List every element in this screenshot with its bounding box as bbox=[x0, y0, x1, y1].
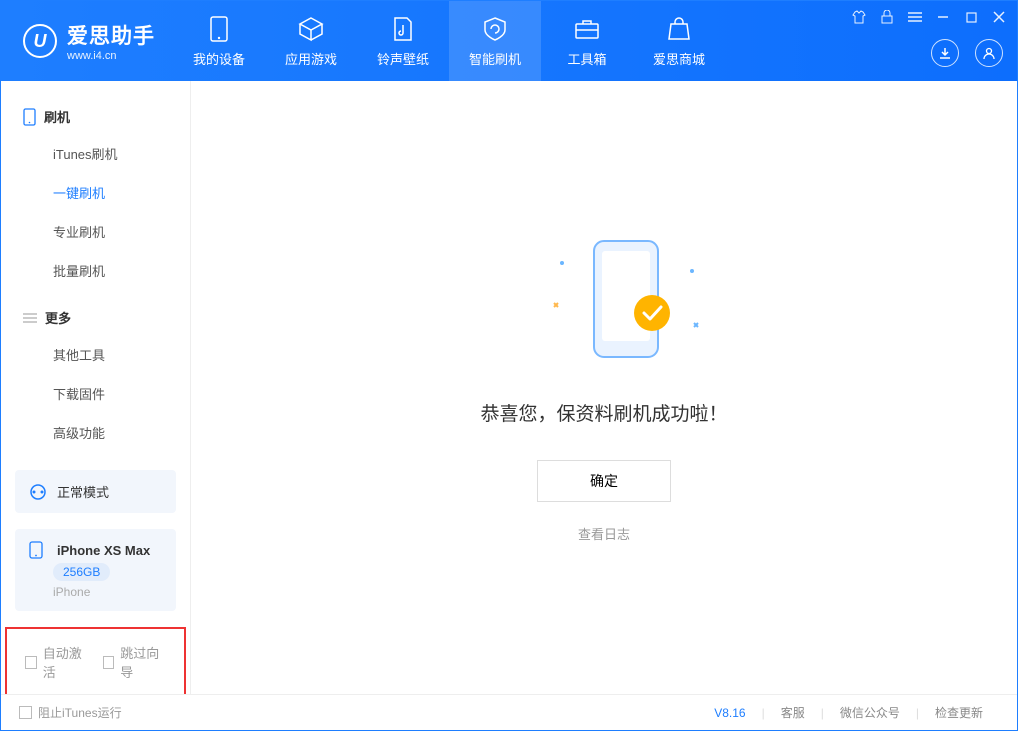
checkbox-auto-activate[interactable]: 自动激活 bbox=[25, 643, 89, 681]
wechat-link[interactable]: 微信公众号 bbox=[824, 704, 916, 721]
check-update-link[interactable]: 检查更新 bbox=[919, 704, 999, 721]
app-title: 爱思助手 bbox=[67, 20, 155, 50]
version-label: V8.16 bbox=[698, 706, 761, 720]
header-actions bbox=[931, 39, 1003, 67]
device-name: iPhone XS Max bbox=[57, 543, 150, 558]
app-subtitle: www.i4.cn bbox=[67, 50, 155, 62]
cube-icon bbox=[297, 15, 325, 43]
ok-button[interactable]: 确定 bbox=[537, 460, 671, 502]
view-log-link[interactable]: 查看日志 bbox=[578, 524, 630, 543]
options-row: 自动激活 跳过向导 bbox=[5, 627, 186, 694]
checkbox-skip-guide[interactable]: 跳过向导 bbox=[103, 643, 167, 681]
header: U 爱思助手 www.i4.cn 我的设备 应用游戏 bbox=[1, 1, 1017, 81]
logo-icon: U bbox=[23, 24, 57, 58]
checkbox-icon bbox=[103, 656, 115, 669]
phone-small-icon bbox=[23, 108, 36, 126]
sidebar-item-oneclick-flash[interactable]: 一键刷机 bbox=[1, 173, 190, 212]
checkbox-block-itunes[interactable]: 阻止iTunes运行 bbox=[19, 704, 122, 721]
nav-store[interactable]: 爱思商城 bbox=[633, 1, 725, 81]
sidebar-item-itunes-flash[interactable]: iTunes刷机 bbox=[1, 134, 190, 173]
logo: U 爱思助手 www.i4.cn bbox=[1, 1, 173, 81]
list-icon bbox=[23, 312, 37, 324]
device-type: iPhone bbox=[53, 585, 90, 599]
sidebar-item-other-tools[interactable]: 其他工具 bbox=[1, 335, 190, 374]
sidebar-item-download-firmware[interactable]: 下载固件 bbox=[1, 374, 190, 413]
checkbox-icon bbox=[25, 656, 37, 669]
checkbox-icon bbox=[19, 706, 32, 719]
minimize-button[interactable] bbox=[935, 9, 951, 25]
body: 刷机 iTunes刷机 一键刷机 专业刷机 批量刷机 更多 其他工具 下载固件 bbox=[1, 81, 1017, 694]
window-controls bbox=[851, 9, 1007, 25]
nav-apps-games[interactable]: 应用游戏 bbox=[265, 1, 357, 81]
user-button[interactable] bbox=[975, 39, 1003, 67]
sidebar-item-pro-flash[interactable]: 专业刷机 bbox=[1, 212, 190, 251]
device-capacity: 256GB bbox=[53, 563, 110, 581]
toolbox-icon bbox=[573, 15, 601, 43]
sidebar: 刷机 iTunes刷机 一键刷机 专业刷机 批量刷机 更多 其他工具 下载固件 bbox=[1, 81, 191, 694]
footer: 阻止iTunes运行 V8.16 | 客服 | 微信公众号 | 检查更新 bbox=[1, 694, 1017, 730]
status-text: 恭喜您，保资料刷机成功啦！ bbox=[480, 399, 727, 426]
device-phone-icon bbox=[29, 541, 47, 559]
maximize-button[interactable] bbox=[963, 9, 979, 25]
tshirt-icon[interactable] bbox=[851, 9, 867, 25]
app-window: U 爱思助手 www.i4.cn 我的设备 应用游戏 bbox=[0, 0, 1018, 731]
bag-icon bbox=[665, 15, 693, 43]
menu-icon[interactable] bbox=[907, 9, 923, 25]
phone-icon bbox=[205, 15, 233, 43]
sidebar-header-flash: 刷机 bbox=[1, 99, 190, 134]
sidebar-section-flash: 刷机 iTunes刷机 一键刷机 专业刷机 批量刷机 bbox=[1, 99, 190, 300]
mode-card[interactable]: 正常模式 bbox=[15, 470, 176, 513]
lock-icon[interactable] bbox=[879, 9, 895, 25]
nav-toolbox[interactable]: 工具箱 bbox=[541, 1, 633, 81]
close-button[interactable] bbox=[991, 9, 1007, 25]
sidebar-header-more: 更多 bbox=[1, 300, 190, 335]
mode-label: 正常模式 bbox=[57, 482, 109, 501]
cycle-icon bbox=[29, 483, 47, 501]
sidebar-item-batch-flash[interactable]: 批量刷机 bbox=[1, 251, 190, 290]
download-button[interactable] bbox=[931, 39, 959, 67]
sidebar-item-advanced[interactable]: 高级功能 bbox=[1, 413, 190, 452]
refresh-shield-icon bbox=[481, 15, 509, 43]
music-file-icon bbox=[389, 15, 417, 43]
success-illustration bbox=[534, 233, 674, 373]
sidebar-section-more: 更多 其他工具 下载固件 高级功能 bbox=[1, 300, 190, 462]
device-card[interactable]: iPhone XS Max 256GB iPhone bbox=[15, 529, 176, 611]
support-link[interactable]: 客服 bbox=[765, 704, 821, 721]
nav-my-device[interactable]: 我的设备 bbox=[173, 1, 265, 81]
nav-smart-flash[interactable]: 智能刷机 bbox=[449, 1, 541, 81]
main-content: 恭喜您，保资料刷机成功啦！ 确定 查看日志 bbox=[191, 81, 1017, 694]
nav-ringtone-wallpaper[interactable]: 铃声壁纸 bbox=[357, 1, 449, 81]
top-nav: 我的设备 应用游戏 铃声壁纸 智能刷机 bbox=[173, 1, 725, 81]
